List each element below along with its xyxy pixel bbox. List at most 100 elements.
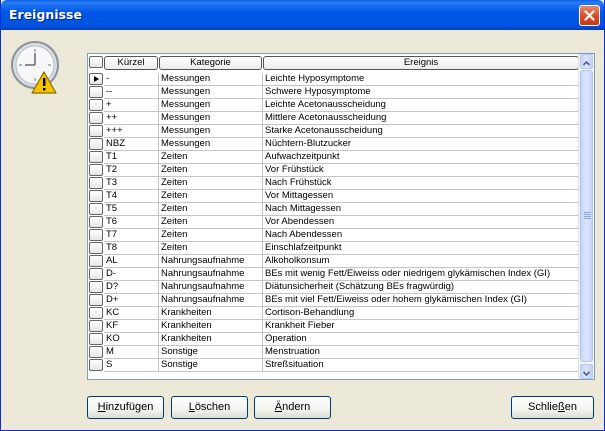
event-cell[interactable]: Vor Abendessen: [263, 216, 580, 229]
table-row[interactable]: T6 Zeiten Vor Abendessen: [88, 216, 582, 229]
category-cell[interactable]: Messungen: [159, 86, 263, 99]
table-row[interactable]: D- Nahrungsaufnahme BEs mit wenig Fett/Eiw…: [88, 268, 582, 281]
row-selector[interactable]: [89, 190, 103, 202]
code-cell[interactable]: KO: [104, 333, 159, 346]
table-row[interactable]: + Messungen Leichte Acetonausscheidung: [88, 99, 582, 112]
event-cell[interactable]: Diätunsicherheit (Schätzung BEs fragwürd…: [263, 281, 580, 294]
event-cell[interactable]: Vor Frühstück: [263, 164, 580, 177]
category-cell[interactable]: Zeiten: [159, 216, 263, 229]
code-cell[interactable]: ++: [104, 112, 159, 125]
table-row[interactable]: T4 Zeiten Vor Mittagessen: [88, 190, 582, 203]
table-row[interactable]: - Messungen Leichte Hyposymptome: [88, 73, 582, 86]
add-button[interactable]: Hinzufügen: [87, 396, 164, 419]
row-selector[interactable]: [89, 125, 103, 137]
event-cell[interactable]: Alkoholkonsum: [263, 255, 580, 268]
code-cell[interactable]: T3: [104, 177, 159, 190]
category-cell[interactable]: Zeiten: [159, 203, 263, 216]
category-cell[interactable]: Sonstige: [159, 359, 263, 372]
event-cell[interactable]: Vor Mittagessen: [263, 190, 580, 203]
event-cell[interactable]: Krankheit Fieber: [263, 320, 580, 333]
code-cell[interactable]: T7: [104, 229, 159, 242]
table-row[interactable]: -- Messungen Schwere Hyposymptome: [88, 86, 582, 99]
code-cell[interactable]: D-: [104, 268, 159, 281]
row-selector[interactable]: [89, 294, 103, 306]
category-cell[interactable]: Krankheiten: [159, 307, 263, 320]
row-selector[interactable]: [89, 281, 103, 293]
row-selector[interactable]: [89, 177, 103, 189]
table-row[interactable]: T5 Zeiten Nach Mittagessen: [88, 203, 582, 216]
row-selector[interactable]: [89, 268, 103, 280]
category-cell[interactable]: Nahrungsaufnahme: [159, 294, 263, 307]
category-cell[interactable]: Zeiten: [159, 177, 263, 190]
table-row[interactable]: T8 Zeiten Einschlafzeitpunkt: [88, 242, 582, 255]
category-cell[interactable]: Nahrungsaufnahme: [159, 255, 263, 268]
code-cell[interactable]: -: [104, 73, 159, 86]
column-header-code[interactable]: Kürzel: [104, 56, 158, 70]
event-cell[interactable]: Cortison-Behandlung: [263, 307, 580, 320]
category-cell[interactable]: Krankheiten: [159, 333, 263, 346]
row-selector[interactable]: [89, 99, 103, 111]
code-cell[interactable]: T6: [104, 216, 159, 229]
table-row[interactable]: D? Nahrungsaufnahme Diätunsicherheit (Schä…: [88, 281, 582, 294]
code-cell[interactable]: T4: [104, 190, 159, 203]
category-cell[interactable]: Nahrungsaufnahme: [159, 268, 263, 281]
code-cell[interactable]: +++: [104, 125, 159, 138]
table-row[interactable]: KC Krankheiten Cortison-Behandlung: [88, 307, 582, 320]
scroll-down-button[interactable]: [580, 364, 593, 379]
table-row[interactable]: ++ Messungen Mittlere Acetonausscheidung: [88, 112, 582, 125]
row-pointer-icon[interactable]: [89, 73, 103, 85]
code-cell[interactable]: NBZ: [104, 138, 159, 151]
category-cell[interactable]: Zeiten: [159, 151, 263, 164]
delete-button[interactable]: Löschen: [171, 396, 248, 419]
event-cell[interactable]: Schwere Hyposymptome: [263, 86, 580, 99]
row-selector[interactable]: [89, 333, 103, 345]
title-bar[interactable]: Ereignisse: [1, 0, 604, 30]
close-button[interactable]: Schließen: [511, 396, 594, 419]
category-cell[interactable]: Krankheiten: [159, 320, 263, 333]
event-cell[interactable]: BEs mit wenig Fett/Eiweiss oder niedrige…: [263, 268, 580, 281]
row-selector[interactable]: [89, 359, 103, 371]
category-cell[interactable]: Nahrungsaufnahme: [159, 281, 263, 294]
row-selector[interactable]: [89, 216, 103, 228]
row-selector[interactable]: [89, 255, 103, 267]
code-cell[interactable]: D?: [104, 281, 159, 294]
row-selector[interactable]: [89, 86, 103, 98]
category-cell[interactable]: Zeiten: [159, 164, 263, 177]
code-cell[interactable]: T8: [104, 242, 159, 255]
row-selector[interactable]: [89, 320, 103, 332]
scroll-thumb[interactable]: [580, 70, 593, 362]
category-cell[interactable]: Messungen: [159, 73, 263, 86]
row-selector[interactable]: [89, 346, 103, 358]
code-cell[interactable]: T1: [104, 151, 159, 164]
event-cell[interactable]: Nüchtern-Blutzucker: [263, 138, 580, 151]
row-selector[interactable]: [89, 307, 103, 319]
close-window-button[interactable]: [579, 5, 600, 26]
event-cell[interactable]: Streßsituation: [263, 359, 580, 372]
event-cell[interactable]: Menstruation: [263, 346, 580, 359]
table-row[interactable]: T3 Zeiten Nach Frühstück: [88, 177, 582, 190]
code-cell[interactable]: T2: [104, 164, 159, 177]
event-cell[interactable]: Mittlere Acetonausscheidung: [263, 112, 580, 125]
select-all-header[interactable]: [89, 56, 103, 68]
table-row[interactable]: T2 Zeiten Vor Frühstück: [88, 164, 582, 177]
event-cell[interactable]: Operation: [263, 333, 580, 346]
table-row[interactable]: D+ Nahrungsaufnahme BEs mit viel Fett/Eiwe…: [88, 294, 582, 307]
table-row[interactable]: NBZ Messungen Nüchtern-Blutzucker: [88, 138, 582, 151]
row-selector[interactable]: [89, 203, 103, 215]
code-cell[interactable]: --: [104, 86, 159, 99]
table-row[interactable]: M Sonstige Menstruation: [88, 346, 582, 359]
event-cell[interactable]: Nach Frühstück: [263, 177, 580, 190]
event-cell[interactable]: Nach Abendessen: [263, 229, 580, 242]
event-cell[interactable]: Starke Acetonausscheidung: [263, 125, 580, 138]
table-row[interactable]: T1 Zeiten Aufwachzeitpunkt: [88, 151, 582, 164]
category-cell[interactable]: Zeiten: [159, 229, 263, 242]
row-selector[interactable]: [89, 164, 103, 176]
scroll-up-button[interactable]: [580, 54, 593, 69]
code-cell[interactable]: +: [104, 99, 159, 112]
row-selector[interactable]: [89, 242, 103, 254]
row-selector[interactable]: [89, 112, 103, 124]
vertical-scrollbar[interactable]: [578, 54, 594, 379]
event-cell[interactable]: BEs mit viel Fett/Eiweiss oder hohem gly…: [263, 294, 580, 307]
category-cell[interactable]: Messungen: [159, 112, 263, 125]
code-cell[interactable]: KC: [104, 307, 159, 320]
